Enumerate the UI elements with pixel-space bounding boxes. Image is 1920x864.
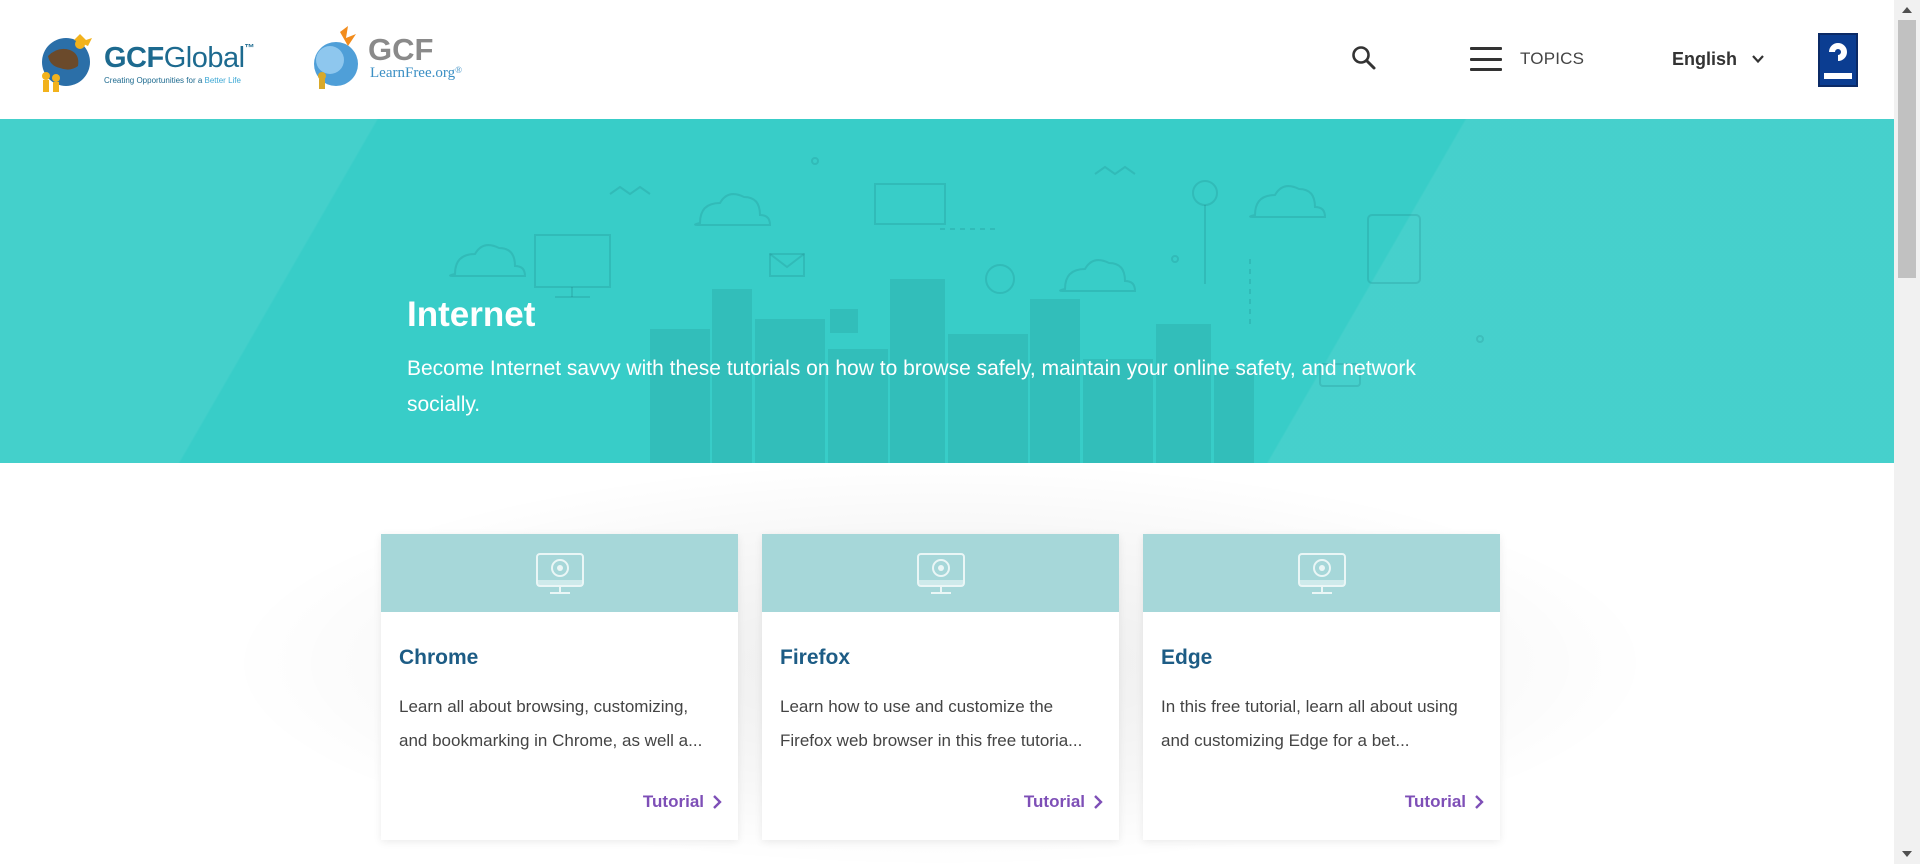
card-tutorial-link[interactable]: Tutorial: [643, 792, 722, 812]
gcfglobal-logo[interactable]: GCFGlobal™ Creating Opportunities for a …: [34, 30, 264, 98]
topics-label: TOPICS: [1520, 49, 1585, 68]
logo-text-bold: GCF: [104, 41, 164, 74]
hero-banner: Internet Become Internet savvy with thes…: [0, 119, 1894, 463]
topics-menu-button[interactable]: TOPICS: [1470, 44, 1584, 74]
computer-monitor-icon: [536, 553, 584, 594]
logo-tm: ™: [244, 42, 255, 54]
search-icon: [1352, 46, 1376, 70]
learnfree-globe-icon: [310, 26, 366, 90]
language-label: English: [1672, 48, 1738, 69]
hamburger-icon: [1470, 47, 1502, 71]
link-label: Tutorial: [642, 792, 704, 811]
scroll-down-arrow-icon[interactable]: [1894, 844, 1920, 864]
tutorial-card-firefox[interactable]: Firefox Learn how to use and customize t…: [762, 534, 1119, 840]
card-tutorial-link[interactable]: Tutorial: [1405, 792, 1484, 812]
site-header: GCFGlobal™ Creating Opportunities for a …: [0, 0, 1894, 119]
computer-monitor-icon: [917, 553, 965, 594]
page-title: Internet: [407, 295, 536, 334]
logo-tagline: Creating Opportunities for a: [104, 75, 205, 85]
learnfree-logo[interactable]: GCF LearnFree.org®: [310, 18, 480, 98]
goodwill-logo[interactable]: [1818, 33, 1858, 87]
card-description: In this free tutorial, learn all about u…: [1161, 697, 1458, 750]
card-tutorial-link[interactable]: Tutorial: [1024, 792, 1103, 812]
card-title: Chrome: [399, 646, 479, 669]
learnfree-logo-main: GCF: [368, 32, 434, 67]
chevron-right-icon: [1094, 795, 1103, 809]
chevron-right-icon: [1475, 795, 1484, 809]
scroll-up-arrow-icon[interactable]: [1894, 0, 1920, 20]
card-description: Learn all about browsing, customizing, a…: [399, 697, 703, 750]
logo-tagline-highlight: Better Life: [204, 75, 241, 85]
scrollbar-thumb[interactable]: [1898, 20, 1916, 278]
globe-people-icon: [34, 32, 98, 96]
learnfree-reg: ®: [455, 65, 462, 75]
card-title: Firefox: [780, 646, 851, 669]
computer-monitor-icon: [1298, 553, 1346, 594]
learnfree-logo-sub: LearnFree.org: [370, 65, 456, 81]
chevron-right-icon: [713, 795, 722, 809]
card-thumbnail: [762, 534, 1119, 612]
tutorial-list-section: Chrome Learn all about browsing, customi…: [0, 463, 1894, 864]
card-thumbnail: [1143, 534, 1500, 612]
link-label: Tutorial: [1023, 792, 1085, 811]
link-label: Tutorial: [1404, 792, 1466, 811]
card-description: Learn how to use and customize the Firef…: [780, 697, 1083, 750]
card-title: Edge: [1161, 646, 1213, 669]
tutorial-card-chrome[interactable]: Chrome Learn all about browsing, customi…: [381, 534, 738, 840]
page-description: Become Internet savvy with these tutoria…: [407, 357, 1416, 416]
page-scrollbar[interactable]: [1894, 0, 1920, 864]
card-thumbnail: [381, 534, 738, 612]
language-selector[interactable]: English: [1672, 46, 1765, 72]
logo-text-light: Global: [163, 41, 245, 74]
tutorial-card-edge[interactable]: Edge In this free tutorial, learn all ab…: [1143, 534, 1500, 840]
chevron-down-icon: [1752, 55, 1764, 64]
search-button[interactable]: [1350, 44, 1378, 72]
